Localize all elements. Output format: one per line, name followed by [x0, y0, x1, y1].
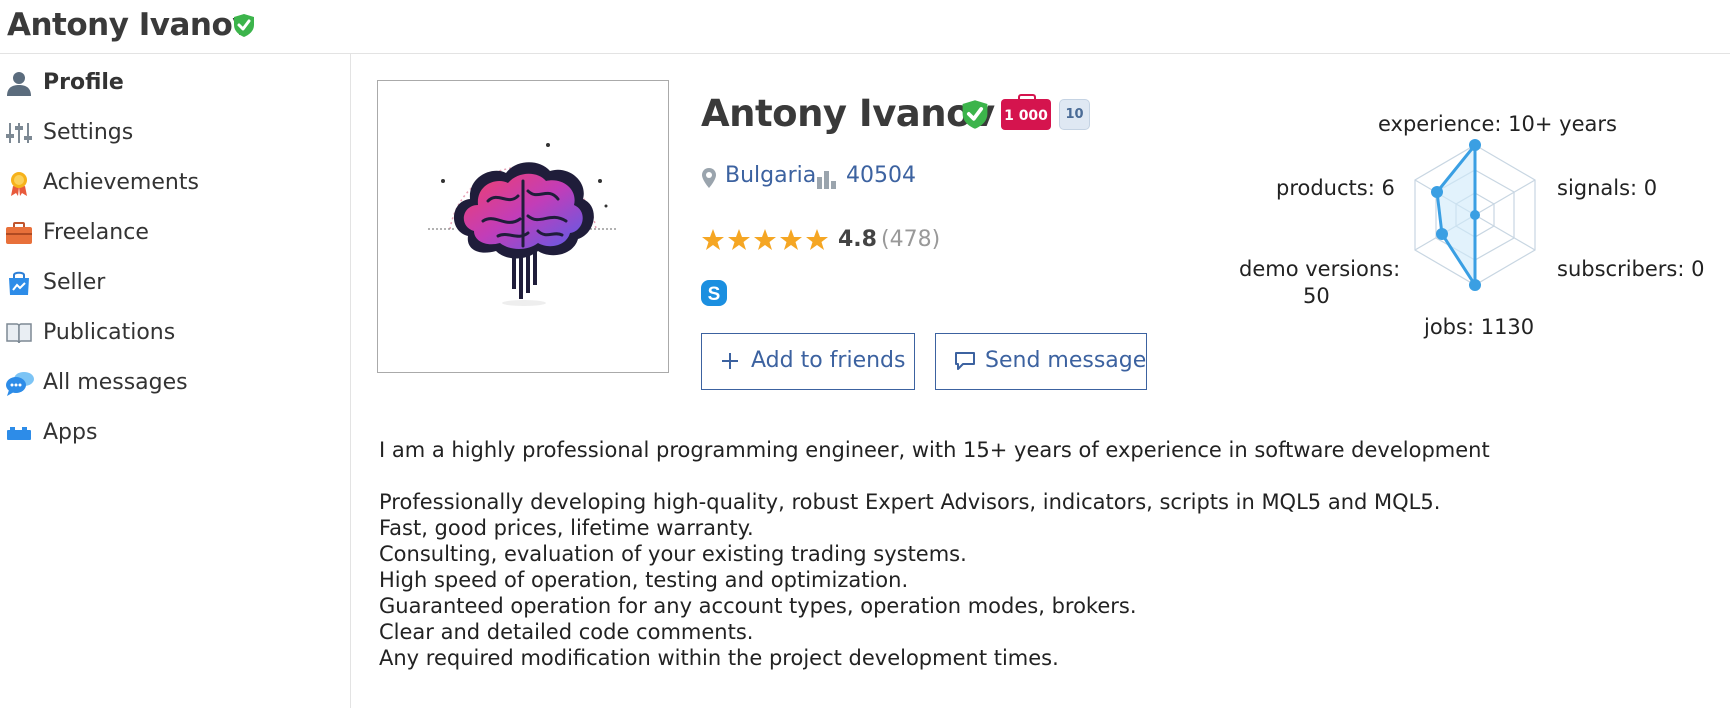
skype-icon[interactable]: S [701, 280, 727, 310]
stat-subscribers: subscribers: 0 [1557, 257, 1705, 281]
about-section: I am a highly professional programming e… [379, 437, 1490, 671]
shopping-bag-icon [5, 270, 33, 295]
radar-point-demo [1436, 228, 1448, 240]
medal-icon [5, 170, 33, 196]
radar-area [1435, 140, 1477, 291]
rating-count[interactable]: (478) [881, 227, 940, 252]
verified-icon [233, 13, 255, 42]
profile-name: Antony Ivanov [701, 92, 995, 135]
sidebar-item-profile[interactable]: Profile [0, 62, 351, 102]
svg-text:S: S [708, 284, 721, 305]
sidebar-item-label: All messages [43, 370, 188, 395]
stats-radar-chart: experience: 10+ years signals: 0 subscri… [1220, 100, 1720, 350]
star-icon [753, 228, 777, 256]
about-line: High speed of operation, testing and opt… [379, 568, 909, 592]
about-line: Fast, good prices, lifetime warranty. [379, 516, 754, 540]
star-icon [727, 228, 751, 256]
sidebar-item-seller[interactable]: Seller [0, 262, 351, 302]
about-line: Professionally developing high-quality, … [379, 490, 1441, 514]
top-bar: Antony Ivanov [0, 0, 1730, 54]
radar-point-products [1431, 186, 1443, 198]
stat-demo-versions-value: 50 [1303, 284, 1330, 308]
sliders-icon [5, 120, 33, 144]
avatar [377, 80, 669, 373]
add-to-friends-button[interactable]: Add to friends [701, 333, 915, 390]
about-line: Any required modification within the pro… [379, 646, 1059, 670]
radar-grid [1414, 139, 1536, 291]
stat-signals: signals: 0 [1557, 176, 1658, 200]
star-icon [805, 228, 829, 256]
sidebar-item-publications[interactable]: Publications [0, 312, 351, 352]
rank-link[interactable]: 40504 [846, 163, 916, 188]
book-icon [5, 320, 33, 344]
send-message-button[interactable]: Send message [935, 333, 1147, 390]
apps-icon [5, 420, 33, 444]
rating-value: 4.8 [838, 227, 877, 252]
sidebar-item-label: Profile [43, 70, 124, 95]
briefcase-icon [5, 220, 33, 244]
sidebar-item-label: Apps [43, 420, 98, 445]
about-line: Consulting, evaluation of your existing … [379, 542, 967, 566]
sidebar-item-settings[interactable]: Settings [0, 112, 351, 152]
about-line: Guaranteed operation for any account typ… [379, 594, 1137, 618]
sidebar-item-label: Seller [43, 270, 106, 295]
brain-logo [428, 143, 618, 306]
stat-experience: experience: 10+ years [1378, 112, 1617, 136]
star-icon [779, 228, 803, 256]
page-title: Antony Ivanov [7, 7, 252, 43]
sidebar: Profile Settings Achievements Freelance … [0, 54, 351, 708]
stat-products: products: 6 [1276, 176, 1395, 200]
verified-icon [961, 99, 989, 134]
sidebar-item-label: Settings [43, 120, 134, 145]
sidebar-item-label: Publications [43, 320, 176, 345]
stat-jobs: jobs: 1130 [1424, 315, 1535, 339]
sidebar-item-freelance[interactable]: Freelance [0, 212, 351, 252]
chat-bubbles-icon [5, 370, 34, 396]
message-icon [954, 351, 976, 377]
rank-bars-icon [816, 169, 836, 195]
sidebar-item-label: Achievements [43, 170, 199, 195]
about-intro: I am a highly professional programming e… [379, 438, 1490, 462]
stat-demo-versions: demo versions: [1239, 257, 1401, 281]
about-line: Clear and detailed code comments. [379, 620, 754, 644]
plus-icon [720, 351, 740, 377]
radar-point-jobs [1469, 279, 1481, 291]
star-icon [701, 228, 725, 256]
sidebar-item-label: Freelance [43, 220, 149, 245]
user-icon [5, 70, 33, 96]
location-pin-icon [701, 167, 717, 195]
level-badge[interactable]: 10 [1059, 99, 1090, 130]
country-link[interactable]: Bulgaria [725, 163, 816, 188]
sidebar-item-all-messages[interactable]: All messages [0, 362, 351, 402]
freelance-badge[interactable]: 1 000 [1001, 94, 1051, 130]
sidebar-item-achievements[interactable]: Achievements [0, 162, 351, 202]
sidebar-item-apps[interactable]: Apps [0, 412, 351, 452]
radar-point-signals [1470, 210, 1480, 220]
radar-point-experience [1469, 139, 1481, 151]
